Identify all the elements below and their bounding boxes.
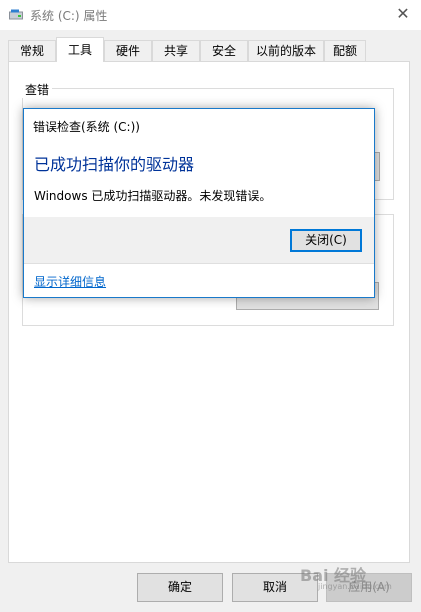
tab-hardware[interactable]: 硬件 [104,40,152,61]
watermark-url: jingyan.baidu.com [318,582,392,591]
tab-tools[interactable]: 工具 [56,37,104,62]
tab-previous-versions[interactable]: 以前的版本 [248,40,324,61]
dialog-heading: 已成功扫描你的驱动器 [34,155,195,174]
dialog-title: 错误检查(系统 (C:)) [33,120,140,134]
close-icon[interactable]: ✕ [385,0,421,28]
show-details-link[interactable]: 显示详细信息 [34,273,106,290]
title-bar: 系统 (C:) 属性 ✕ [0,0,421,30]
group-label: 查错 [22,81,53,98]
dialog-message: Windows 已成功扫描驱动器。未发现错误。 [34,189,272,203]
tab-sharing[interactable]: 共享 [152,40,200,61]
error-check-dialog: 错误检查(系统 (C:)) 已成功扫描你的驱动器 Windows 已成功扫描驱动… [23,108,375,298]
dialog-button-bar: 关闭(C) [24,217,374,264]
tab-security[interactable]: 安全 [200,40,248,61]
ok-button[interactable]: 确定 [137,573,223,602]
tab-quota[interactable]: 配额 [324,40,366,61]
properties-window: 系统 (C:) 属性 ✕ 常规 工具 硬件 共享 安全 以前的版本 配额 查错 … [0,0,421,612]
tab-general[interactable]: 常规 [8,40,56,61]
drive-icon [9,9,23,20]
dialog-close-button[interactable]: 关闭(C) [290,229,362,252]
window-title: 系统 (C:) 属性 [30,9,108,23]
